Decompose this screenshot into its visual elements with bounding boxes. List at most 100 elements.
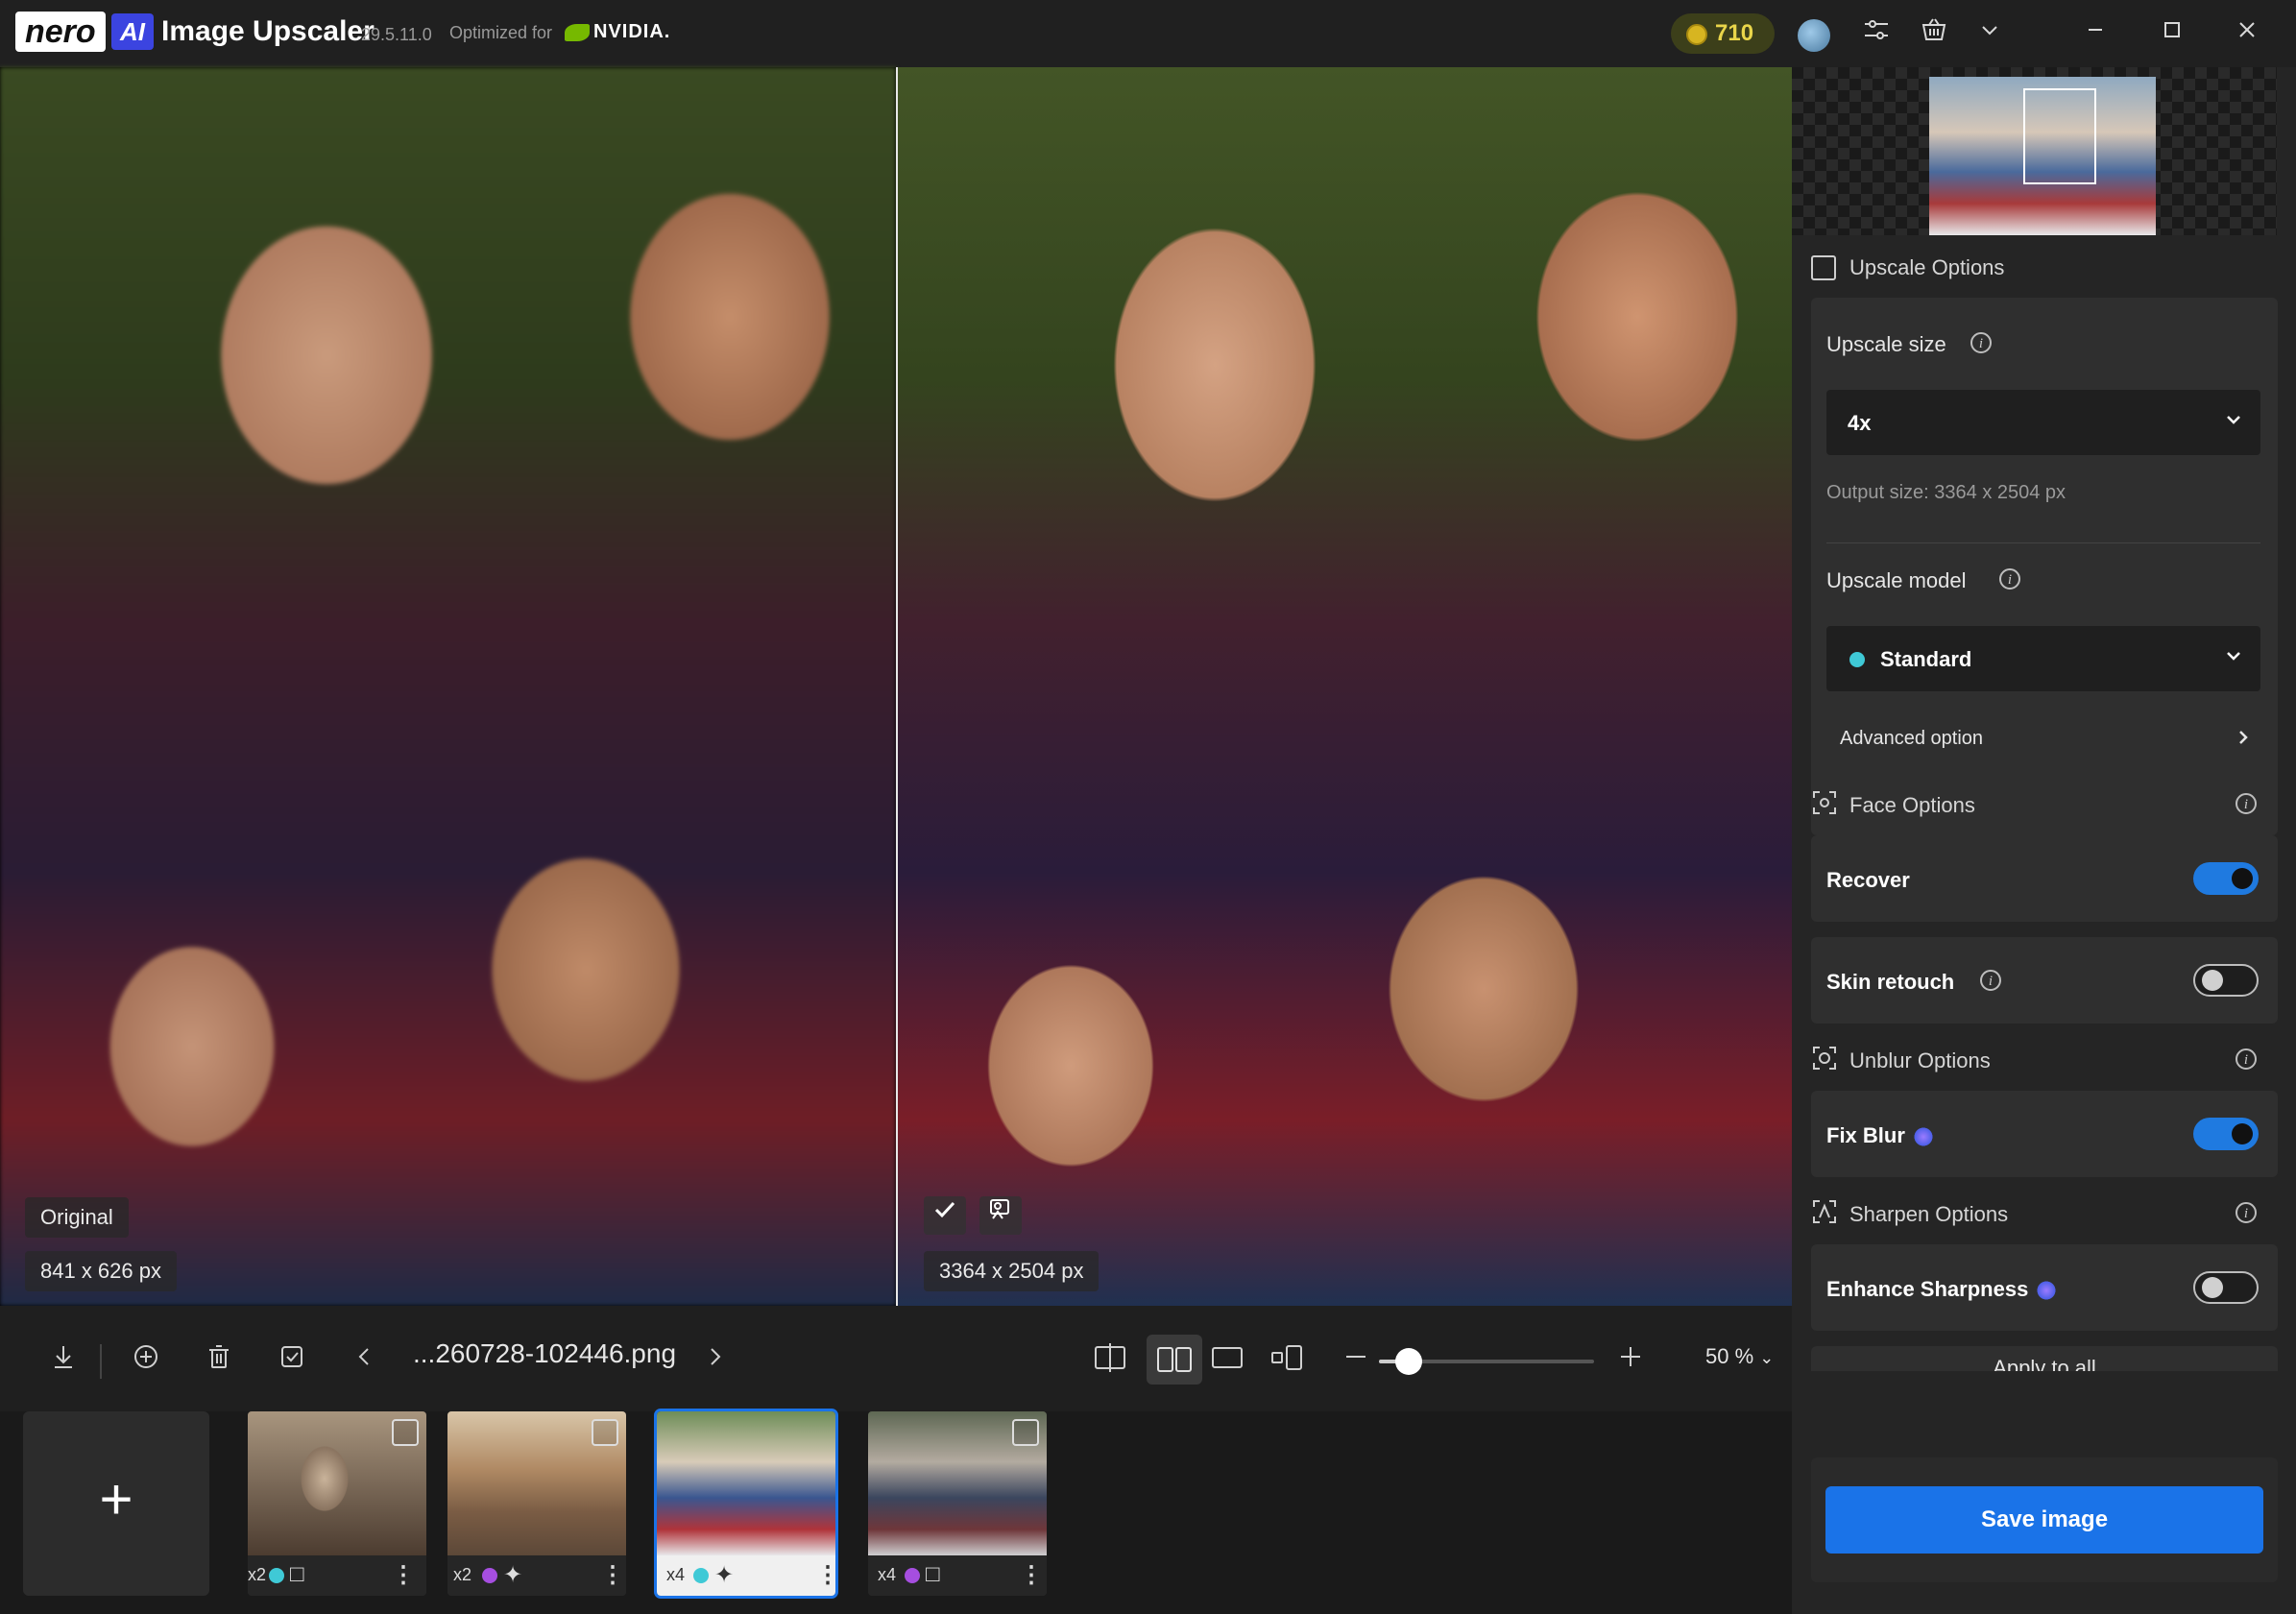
check-icon[interactable] [924,1196,966,1235]
navigator-viewport-frame[interactable] [2023,88,2096,184]
thumbnail-checkbox[interactable] [1012,1419,1039,1446]
advanced-option-label: Advanced option [1840,728,1984,749]
upscale-options-title: Upscale Options [1849,255,2005,279]
apply-to-all-button[interactable]: Apply to all [1811,1346,2278,1371]
enhance-sharpness-card: Enhance Sharpness [1811,1244,2278,1331]
advanced-option-row[interactable]: Advanced option [1826,711,2260,768]
credits-count: 710 [1715,20,1754,46]
add-image-button[interactable]: + [23,1411,209,1596]
more-options-icon[interactable]: ⋮ [1020,1561,1043,1589]
comparison-viewer: Original 841 x 626 px 3364 x 2504 px [0,67,1792,1306]
select-all-icon[interactable] [273,1342,311,1381]
thumbnail-info-bar: x2 ✦ ⋮ [447,1555,626,1596]
thumbnail-scale: x4 [878,1565,897,1584]
maximize-icon[interactable] [2153,15,2191,54]
enhance-sharpness-label: Enhance Sharpness [1826,1277,2058,1302]
upscale-options-icon [1811,255,1836,280]
info-icon[interactable]: i [2236,1048,2257,1070]
skin-retouch-toggle[interactable] [2193,964,2259,997]
single-view-icon[interactable] [1208,1340,1246,1379]
more-options-icon[interactable]: ⋮ [601,1561,624,1589]
bottom-toolbar: ...260728-102446.png 50 % ⌄ [0,1306,1792,1411]
sharpen-options-title: Sharpen Options [1849,1202,2009,1226]
apply-to-all-label: Apply to all [1993,1356,2096,1371]
close-icon[interactable] [2228,15,2266,54]
add-circle-icon[interactable] [127,1342,165,1381]
thumbnail-item[interactable]: x2 ✦ ⋮ [447,1411,626,1596]
recover-card: Recover [1811,835,2278,922]
thumbnail-scale: x4 [666,1565,686,1584]
info-icon[interactable]: i [2236,793,2257,814]
basket-icon[interactable] [1915,15,1953,54]
next-image-icon[interactable] [695,1342,734,1381]
result-size-label: 3364 x 2504 px [924,1251,1100,1291]
settings-sliders-icon[interactable] [1857,15,1896,54]
skin-retouch-label: Skin retouch [1826,970,1955,994]
thumbnail-item[interactable]: x4 □ ⋮ [868,1411,1047,1596]
title-bar: nero AI Image Upscaler 29.5.11.0 Optimiz… [0,0,2296,67]
section-divider [1826,542,2260,543]
app-title: Image Upscaler [161,15,375,47]
original-label: Original [25,1197,129,1238]
thumbnail-checkbox[interactable] [592,1419,618,1446]
trash-icon[interactable] [200,1342,238,1381]
minimize-icon[interactable] [2076,15,2115,54]
face-detect-icon[interactable] [979,1196,1022,1235]
upscale-size-label: Upscale size [1826,332,1946,356]
enhance-option-icon: ✦ [503,1562,523,1588]
chevron-down-icon: ⌄ [1759,1348,1775,1367]
sharpen-options-icon [1811,1198,1838,1230]
comparison-divider-handle[interactable] [896,67,898,1306]
chevron-down-icon [2222,405,2245,440]
recover-toggle[interactable] [2193,862,2259,895]
info-icon[interactable]: i [2236,1202,2257,1223]
zoom-level-select[interactable]: 50 % ⌄ [1705,1344,1774,1369]
toggle-knob [2202,970,2223,991]
download-icon[interactable] [44,1342,83,1381]
zoom-in-icon[interactable] [1611,1342,1650,1381]
face-option-icon: □ [290,1561,304,1587]
side-by-side-view-button[interactable] [1147,1335,1202,1385]
upscale-model-dropdown[interactable]: Standard [1826,626,2260,691]
upscale-size-value: 4x [1848,411,1872,435]
user-avatar[interactable] [1798,19,1830,52]
previous-image-icon[interactable] [346,1342,384,1381]
nvidia-eye-icon [565,23,590,41]
credits-badge[interactable]: 710 [1671,13,1775,54]
thumbnail-checkbox[interactable] [392,1419,419,1446]
model-color-dot [269,1568,284,1583]
chevron-down-icon[interactable] [1970,15,2009,54]
skin-retouch-card: Skin retouch i [1811,937,2278,1024]
info-icon[interactable]: i [1970,332,1992,353]
unblur-options-icon [1811,1045,1838,1076]
zoom-out-icon[interactable] [1337,1342,1375,1381]
more-options-icon[interactable]: ⋮ [392,1561,415,1589]
nvidia-logo: NVIDIA. [565,21,670,43]
enhance-sharpness-toggle[interactable] [2193,1271,2259,1304]
toggle-knob [2232,868,2253,889]
zoom-slider-knob[interactable] [1395,1348,1423,1375]
info-icon[interactable]: i [1980,970,2001,991]
fix-blur-card: Fix Blur [1811,1091,2278,1177]
chevron-right-icon [2234,724,2253,756]
face-option-icon: □ [926,1561,940,1587]
original-image [0,67,896,1306]
recover-label: Recover [1826,868,1910,892]
split-view-icon[interactable] [1091,1340,1129,1379]
more-options-icon[interactable]: ⋮ [816,1561,835,1589]
save-image-button[interactable]: Save image [1825,1486,2263,1554]
upscale-options-card: Upscale size i 4x Output size: 3364 x 25… [1811,298,2278,835]
nero-logo: nero [15,12,106,52]
model-color-dot [482,1568,497,1583]
navigator-preview[interactable] [1792,67,2277,235]
original-size-label: 841 x 626 px [25,1251,177,1291]
options-panel: Upscale Options Upscale size i 4x Output… [1792,67,2296,1614]
thumbnail-item[interactable]: x2 □ ⋮ [248,1411,426,1596]
thumbnail-item-selected[interactable]: x4 ✦ ⋮ [654,1409,838,1599]
fix-blur-toggle[interactable] [2193,1118,2259,1150]
info-icon[interactable]: i [1999,568,2020,590]
fix-blur-text: Fix Blur [1826,1123,1905,1147]
compare-size-icon[interactable] [1268,1340,1306,1379]
upscale-size-dropdown[interactable]: 4x [1826,390,2260,455]
thumbnail-scale: x2 [453,1565,472,1584]
